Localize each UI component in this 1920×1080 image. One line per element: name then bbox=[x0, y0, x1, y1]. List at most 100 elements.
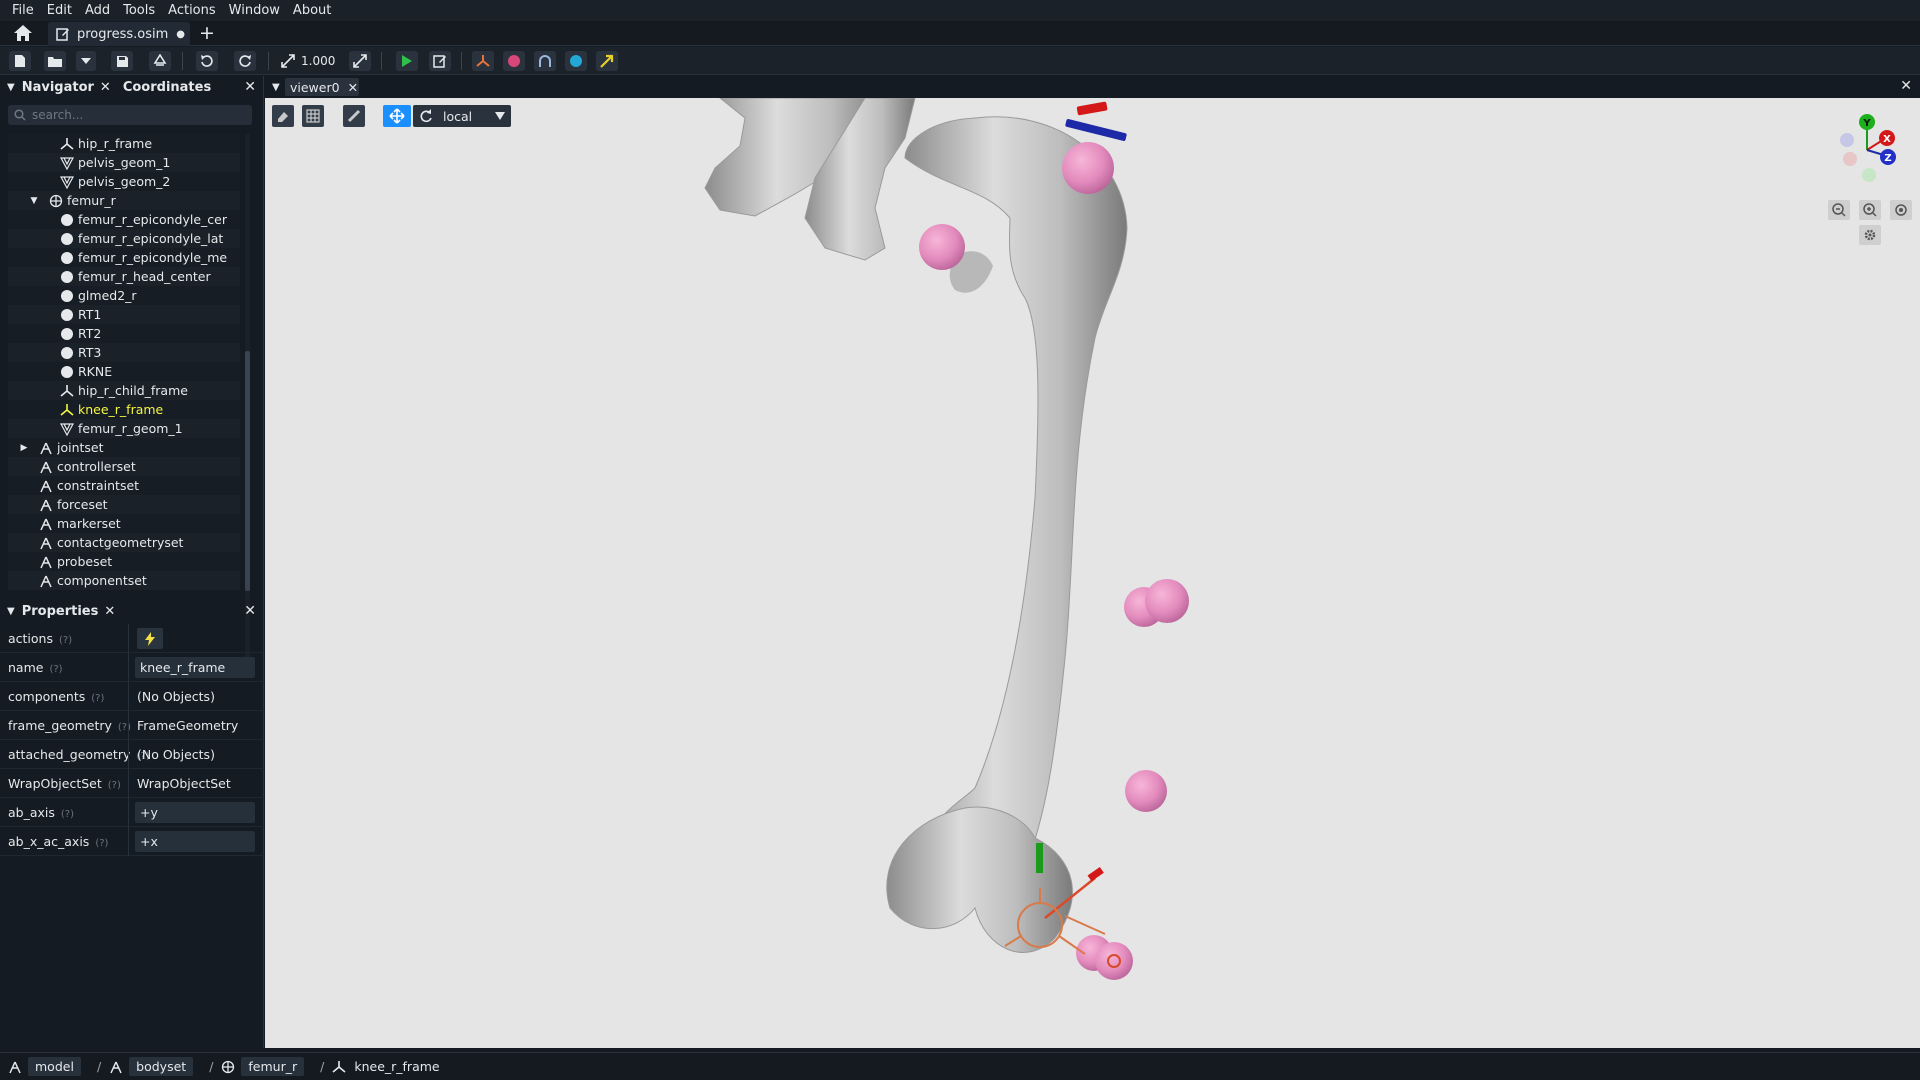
menu-tools[interactable]: Tools bbox=[123, 3, 155, 18]
open-file-button[interactable] bbox=[44, 51, 66, 71]
marker-sphere[interactable] bbox=[1125, 770, 1167, 812]
marker-sphere[interactable] bbox=[1095, 942, 1133, 980]
marker-sphere[interactable] bbox=[1062, 142, 1114, 194]
scene-canvas[interactable] bbox=[265, 98, 1920, 1048]
tree-item[interactable]: knee_r_frame bbox=[8, 400, 240, 419]
tree-item[interactable]: forceset bbox=[8, 495, 240, 514]
menu-edit[interactable]: Edit bbox=[47, 3, 72, 18]
help-marker[interactable]: (?) bbox=[95, 838, 108, 849]
toolbar-separator bbox=[461, 52, 462, 70]
help-marker[interactable]: (?) bbox=[61, 809, 74, 820]
tree-item[interactable]: markerset bbox=[8, 514, 240, 533]
tree-item[interactable]: constraintset bbox=[8, 476, 240, 495]
tree-item[interactable]: femur_r_geom_1 bbox=[8, 419, 240, 438]
ab-x-ac-axis-input[interactable]: +x bbox=[135, 831, 255, 852]
close-panel-icon[interactable]: ✕ bbox=[244, 79, 256, 95]
toggle-wrap-button[interactable] bbox=[534, 51, 556, 71]
ruler-button[interactable] bbox=[343, 105, 365, 127]
search-input[interactable]: search... bbox=[8, 105, 252, 125]
collapse-triangle-icon[interactable]: ▼ bbox=[7, 82, 15, 93]
marker-sphere[interactable] bbox=[1145, 579, 1189, 623]
breadcrumb-bodyset[interactable]: bodyset bbox=[109, 1057, 194, 1076]
tree-item[interactable]: RT1 bbox=[8, 305, 240, 324]
tree-item[interactable]: femur_r_epicondyle_me bbox=[8, 248, 240, 267]
close-icon[interactable]: ✕ bbox=[104, 604, 115, 619]
tree-item[interactable]: hip_r_frame bbox=[8, 134, 240, 153]
menu-actions[interactable]: Actions bbox=[168, 3, 216, 18]
menu-window[interactable]: Window bbox=[229, 3, 280, 18]
scale-factor-value[interactable]: 1.000 bbox=[301, 54, 335, 68]
close-icon[interactable]: ✕ bbox=[348, 80, 358, 95]
close-viewer-icon[interactable]: ✕ bbox=[1900, 78, 1912, 94]
menu-about[interactable]: About bbox=[293, 3, 331, 18]
coordinates-tab[interactable]: Coordinates bbox=[123, 80, 211, 95]
new-tab-button[interactable]: + bbox=[199, 22, 215, 44]
help-marker[interactable]: (?) bbox=[59, 635, 72, 646]
autofocus-button[interactable] bbox=[1890, 200, 1912, 220]
menu-file[interactable]: File bbox=[12, 3, 34, 18]
grid-toggle-button[interactable] bbox=[302, 105, 324, 127]
file-tab[interactable]: progress.osim ● bbox=[48, 22, 190, 46]
new-file-button[interactable] bbox=[9, 51, 31, 71]
tree-item[interactable]: femur_r_epicondyle_lat bbox=[8, 229, 240, 248]
undo-button[interactable] bbox=[196, 51, 218, 71]
tree-item[interactable]: ▼ femur_r bbox=[8, 191, 240, 210]
tree-item[interactable]: contactgeometryset bbox=[8, 533, 240, 552]
help-marker[interactable]: (?) bbox=[91, 693, 104, 704]
collapse-triangle-icon[interactable]: ▼ bbox=[272, 82, 280, 93]
toggle-contacts-button[interactable] bbox=[565, 51, 587, 71]
tree-scrollbar-thumb[interactable] bbox=[245, 351, 250, 591]
viewer-settings-button[interactable] bbox=[1859, 225, 1881, 245]
translate-gizmo-button[interactable] bbox=[383, 105, 411, 127]
name-input[interactable]: knee_r_frame bbox=[135, 657, 255, 678]
navigator-tab[interactable]: Navigator bbox=[22, 80, 94, 95]
breadcrumb-femur-r[interactable]: femur_r bbox=[221, 1057, 305, 1076]
ab-axis-input[interactable]: +y bbox=[135, 802, 255, 823]
zoom-in-viewer-button[interactable] bbox=[1859, 200, 1881, 220]
toggle-frames-button[interactable] bbox=[472, 51, 494, 71]
tree-item[interactable]: componentset bbox=[8, 571, 240, 590]
close-panel-icon[interactable]: ✕ bbox=[244, 603, 256, 619]
menu-add[interactable]: Add bbox=[85, 3, 110, 18]
tree-item[interactable]: RT3 bbox=[8, 343, 240, 362]
toggle-forces-button[interactable] bbox=[596, 51, 618, 71]
tree-item[interactable]: ▶ jointset bbox=[8, 438, 240, 457]
toggle-markers-button[interactable] bbox=[503, 51, 525, 71]
tree-item[interactable]: RKNE bbox=[8, 362, 240, 381]
recent-files-dropdown[interactable] bbox=[76, 51, 96, 71]
space-mode-dropdown[interactable]: local bbox=[413, 105, 511, 127]
zoom-in-button[interactable] bbox=[349, 51, 371, 71]
orientation-gizmo[interactable]: Y X Z bbox=[1830, 110, 1900, 185]
close-icon[interactable]: ✕ bbox=[100, 80, 111, 95]
tree-item[interactable]: pelvis_geom_2 bbox=[8, 172, 240, 191]
viewer-tab[interactable]: viewer0 ✕ bbox=[285, 78, 359, 96]
measure-toggle-button[interactable] bbox=[272, 105, 294, 127]
tree-item[interactable]: pelvis_geom_1 bbox=[8, 153, 240, 172]
zoom-out-button[interactable] bbox=[277, 51, 299, 71]
breadcrumb-knee-r-frame[interactable]: knee_r_frame bbox=[332, 1059, 440, 1074]
tree-item[interactable]: hip_r_child_frame bbox=[8, 381, 240, 400]
marker-sphere[interactable] bbox=[919, 224, 965, 270]
property-row: ab_x_ac_axis (?) +x bbox=[0, 827, 264, 856]
collapsed-caret-icon[interactable]: ▶ bbox=[16, 440, 32, 456]
collapse-triangle-icon[interactable]: ▼ bbox=[7, 606, 15, 617]
reload-button[interactable] bbox=[149, 51, 171, 71]
tree-item[interactable]: glmed2_r bbox=[8, 286, 240, 305]
help-marker[interactable]: (?) bbox=[108, 780, 121, 791]
tree-item[interactable]: femur_r_head_center bbox=[8, 267, 240, 286]
expanded-caret-icon[interactable]: ▼ bbox=[26, 193, 42, 209]
edit-sim-button[interactable] bbox=[429, 51, 451, 71]
tree-item[interactable]: femur_r_epicondyle_cer bbox=[8, 210, 240, 229]
simulate-button[interactable] bbox=[396, 51, 418, 71]
zoom-out-viewer-button[interactable] bbox=[1828, 200, 1850, 220]
actions-button[interactable] bbox=[137, 628, 163, 649]
breadcrumb-model[interactable]: model bbox=[8, 1057, 81, 1076]
tree-item[interactable]: controllerset bbox=[8, 457, 240, 476]
tree-item[interactable]: RT2 bbox=[8, 324, 240, 343]
home-tab[interactable] bbox=[13, 24, 37, 43]
properties-tab[interactable]: Properties bbox=[22, 604, 99, 619]
help-marker[interactable]: (?) bbox=[49, 664, 62, 675]
redo-button[interactable] bbox=[234, 51, 256, 71]
tree-item[interactable]: probeset bbox=[8, 552, 240, 571]
save-button[interactable] bbox=[111, 51, 133, 71]
